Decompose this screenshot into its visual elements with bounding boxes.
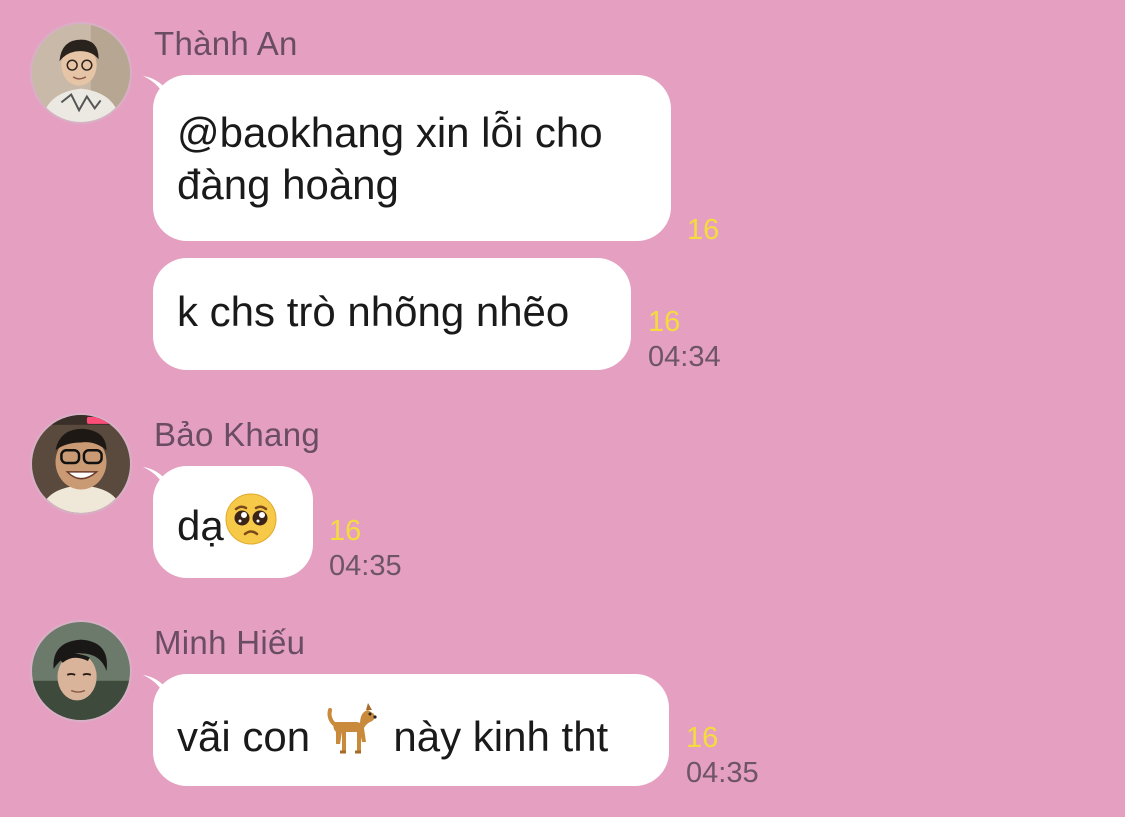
avatar-photo [32, 415, 130, 513]
avatar-thanh-an[interactable] [30, 22, 132, 124]
message-bubble[interactable]: dạ [153, 466, 313, 578]
message-text: dạ [177, 502, 224, 550]
dog-emoji [322, 700, 382, 772]
avatar-bao-khang[interactable] [30, 413, 132, 515]
pleading-face-emoji [224, 492, 278, 558]
message-text-line: @baokhang xin lỗi cho [177, 109, 603, 156]
sender-name: Bảo Khang [154, 416, 321, 453]
message-text: này kinh tht [393, 713, 609, 761]
message-meta: 16 [687, 213, 719, 248]
avatar-minh-hieu[interactable] [30, 620, 132, 722]
message-time: 04:35 [686, 757, 759, 789]
message-text: vãi con [177, 713, 311, 761]
message-bubble[interactable]: k chs trò nhõng nhẽo [153, 258, 631, 370]
message-meta: 16 04:35 [329, 514, 402, 584]
message-time: 04:34 [648, 341, 721, 373]
message-text-line: k chs trò nhõng nhẽo [177, 288, 570, 335]
sender-name: Minh Hiếu [154, 624, 306, 661]
message-meta: 16 04:35 [686, 721, 759, 791]
read-count: 16 [648, 306, 681, 338]
read-count: 16 [686, 722, 719, 754]
message-bubble[interactable]: @baokhang xin lỗi cho đàng hoàng [153, 75, 671, 241]
sender-name: Thành An [154, 25, 298, 62]
read-count: 16 [329, 515, 362, 547]
chat-conversation: Thành An @baokhang xin lỗi cho đàng hoàn… [0, 0, 1125, 817]
avatar-photo [32, 24, 130, 122]
message-text-line: đàng hoàng [177, 161, 399, 208]
message-meta: 16 04:34 [648, 305, 721, 375]
avatar-photo [32, 622, 130, 720]
read-count: 16 [687, 214, 720, 246]
message-time: 04:35 [329, 550, 402, 582]
message-bubble[interactable]: vãi con này kinh tht [153, 674, 669, 786]
